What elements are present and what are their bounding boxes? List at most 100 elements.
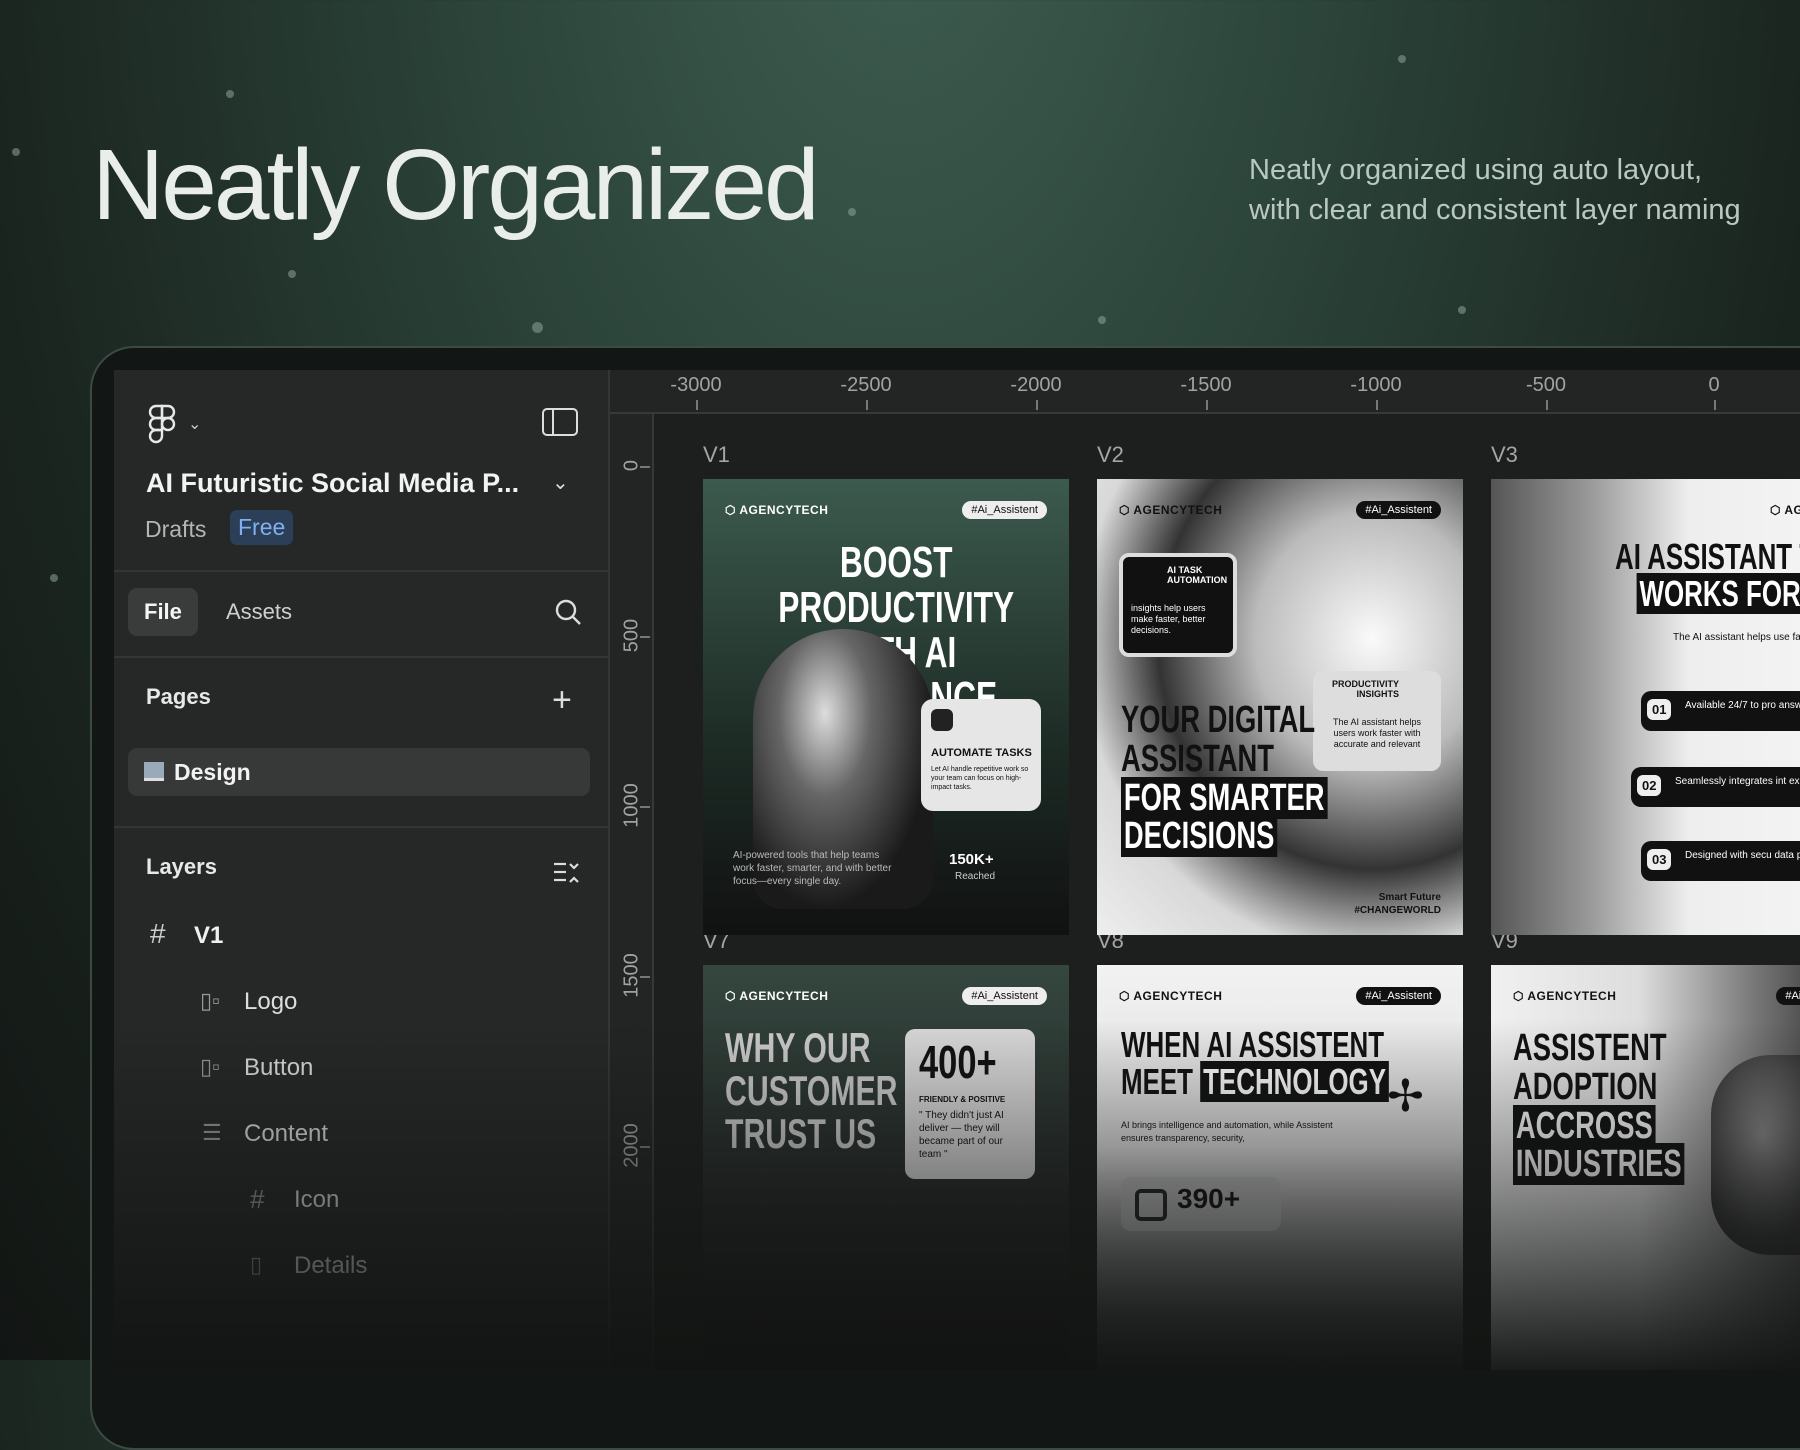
toggle-sidebar-icon[interactable]	[542, 408, 578, 436]
stat-value: 240+	[1287, 1345, 1351, 1370]
file-header: ⌄ AI Futuristic Social Media P... ⌄ Draf…	[114, 370, 608, 572]
insights-body: The AI assistant helps users work faster…	[1332, 717, 1422, 749]
headline-line: ASSISTANT	[1121, 737, 1275, 780]
hashtag-badge: #Ai_Assistent	[1356, 987, 1441, 1005]
highlight: ACCROSS	[1513, 1104, 1656, 1147]
frame-v3[interactable]: AGEN AI ASSISTANT TH WORKS FOR Y The AI …	[1491, 479, 1800, 935]
body-text: The AI assistant helps use faster with a…	[1673, 632, 1800, 643]
frame-v7[interactable]: AGENCYTECH #Ai_Assistent WHY OUR CUSTOME…	[703, 965, 1069, 1370]
feature-card: AUTOMATE TASKS Let AI handle repetitive …	[921, 699, 1041, 811]
testimonial-quote: " They didn't just AI deliver — they wil…	[919, 1110, 1004, 1160]
brand-logo: AGENCYTECH	[1119, 989, 1222, 1003]
brand-logo: AGEN	[1770, 503, 1800, 517]
highlight: WORKS FOR Y	[1636, 572, 1800, 614]
tab-assets[interactable]: Assets	[226, 599, 292, 625]
feature-row: 02 Seamlessly integrates int existing to…	[1631, 767, 1800, 807]
stat-icon	[1135, 1189, 1167, 1221]
layer-v1[interactable]: V1	[194, 922, 223, 950]
stat-value: 390+	[1177, 1183, 1241, 1214]
background-dot	[12, 148, 20, 156]
footer-text: AI-powered tools that help teams work fa…	[733, 850, 892, 887]
feature-row: 03 Designed with secu data privacy at it…	[1641, 841, 1800, 881]
pages-title: Pages	[146, 684, 211, 709]
headline-word: MEET	[1121, 1060, 1194, 1102]
frame-v9[interactable]: AGENCYTECH #Ai_Assistent ASSISTENT ADOPT…	[1491, 965, 1800, 1370]
feature-number: 03	[1647, 849, 1672, 870]
layer-icon[interactable]: Icon	[294, 1186, 339, 1214]
stat-label: FRIENDLY & POSITIVE	[919, 1095, 1006, 1104]
layer-button[interactable]: Button	[244, 1054, 313, 1082]
stat-label: Reached	[955, 871, 996, 882]
highlight: DECISIONS	[1121, 815, 1278, 858]
ruler-tick	[640, 1146, 650, 1148]
background-dot	[1458, 306, 1466, 314]
tagline-line: Neatly organized using auto layout,	[1249, 154, 1703, 186]
headline-line: WHY OUR	[725, 1024, 871, 1071]
insights-box: PRODUCTIVITY INSIGHTS The AI assistant h…	[1313, 671, 1441, 771]
frame-label-v1[interactable]: V1	[703, 442, 730, 468]
collapse-layers-icon[interactable]	[552, 860, 580, 886]
feature-body: Let AI handle repetitive work so your te…	[931, 766, 1029, 791]
highlight: FOR SMARTER	[1121, 776, 1328, 819]
hashtag-badge: #Ai_Assistent	[962, 987, 1047, 1005]
insights-title: PRODUCTIVITY INSIGHTS	[1331, 679, 1399, 699]
vr-person-image	[1711, 1055, 1800, 1255]
footer-line: #CHANGEWORLD	[1354, 905, 1441, 916]
frame-v2[interactable]: AGENCYTECH #Ai_Assistent AI TASK AUTOMAT…	[1097, 479, 1463, 935]
layers-title: Layers	[146, 854, 217, 879]
headline: WHEN AI ASSISTENT MEET TECHNOLOGY	[1121, 1024, 1389, 1102]
auto-layout-icon: ▯▫	[200, 1054, 220, 1079]
ruler-label: -500	[1525, 374, 1567, 396]
info-box-title: AI TASK AUTOMATION	[1167, 565, 1228, 585]
brand-logo: AGENCYTECH	[725, 503, 828, 517]
headline-line: WHEN AI ASSISTENT	[1121, 1024, 1385, 1065]
body-text: AI brings intelligence and automation, w…	[1121, 1120, 1333, 1143]
page-item-design[interactable]: Design	[128, 748, 590, 796]
figma-logo-icon[interactable]	[148, 404, 176, 444]
hashtag-badge: #Ai_Assistent	[962, 501, 1047, 519]
search-icon[interactable]	[554, 598, 582, 626]
tab-file[interactable]: File	[128, 588, 198, 636]
frame-v1[interactable]: AGENCYTECH #Ai_Assistent BOOST PRODUCTIV…	[703, 479, 1069, 935]
ruler-label: 0	[1708, 374, 1720, 396]
frame-v8[interactable]: AGENCYTECH #Ai_Assistent WHEN AI ASSISTE…	[1097, 965, 1463, 1370]
ruler-label: -2000	[1010, 374, 1062, 396]
feature-row: 01 Available 24/7 to pro answers & assis…	[1641, 691, 1800, 731]
drafts-label[interactable]: Drafts	[145, 516, 206, 543]
headline-line: WORKS FOR Y	[1636, 572, 1800, 614]
feature-text: Seamlessly integrates int existing tools…	[1675, 776, 1800, 787]
ruler-tick	[640, 806, 650, 808]
add-page-icon[interactable]: +	[552, 683, 572, 717]
headline-line: ASSISTENT	[1513, 1027, 1667, 1069]
stat-card: 390+	[1121, 1177, 1281, 1231]
figma-window: ⌄ AI Futuristic Social Media P... ⌄ Draf…	[114, 370, 1800, 1370]
background-dot	[848, 208, 856, 216]
headline-line: ADOPTION	[1513, 1065, 1658, 1108]
ruler-tick	[640, 636, 650, 638]
frame-icon: #	[250, 1184, 265, 1214]
hero-tagline: Neatly organized using auto layout, with…	[1249, 150, 1741, 230]
background-dot	[1398, 55, 1406, 63]
frame-label-v3[interactable]: V3	[1491, 442, 1518, 468]
brand-logo: AGENCYTECH	[1513, 989, 1616, 1003]
stat-value: 400+	[919, 1036, 997, 1088]
chevron-down-icon[interactable]: ⌄	[552, 470, 569, 495]
layer-logo[interactable]: Logo	[244, 988, 297, 1016]
headline-line: TRUST US	[725, 1109, 877, 1157]
layer-content[interactable]: Content	[244, 1120, 328, 1148]
ruler-tick	[640, 466, 650, 468]
highlight: INDUSTRIES	[1513, 1143, 1685, 1186]
hashtag-badge: #Ai_Assistent	[1776, 987, 1800, 1005]
background-dot	[532, 322, 543, 333]
chevron-down-icon[interactable]: ⌄	[188, 414, 201, 434]
stat-card: 400+ FRIENDLY & POSITIVE " They didn't j…	[905, 1029, 1035, 1179]
frame-label-v2[interactable]: V2	[1097, 442, 1124, 468]
headline: WHY OUR CUSTOMER TRUST US	[725, 1024, 897, 1157]
auto-layout-icon: ▯▫	[200, 988, 220, 1013]
laptop-icon	[144, 762, 164, 781]
ruler-tick	[1546, 400, 1548, 410]
page-label: Design	[174, 759, 251, 785]
plan-badge: Free	[230, 510, 294, 545]
project-title[interactable]: AI Futuristic Social Media P...	[146, 468, 519, 499]
layer-details[interactable]: Details	[294, 1252, 367, 1280]
